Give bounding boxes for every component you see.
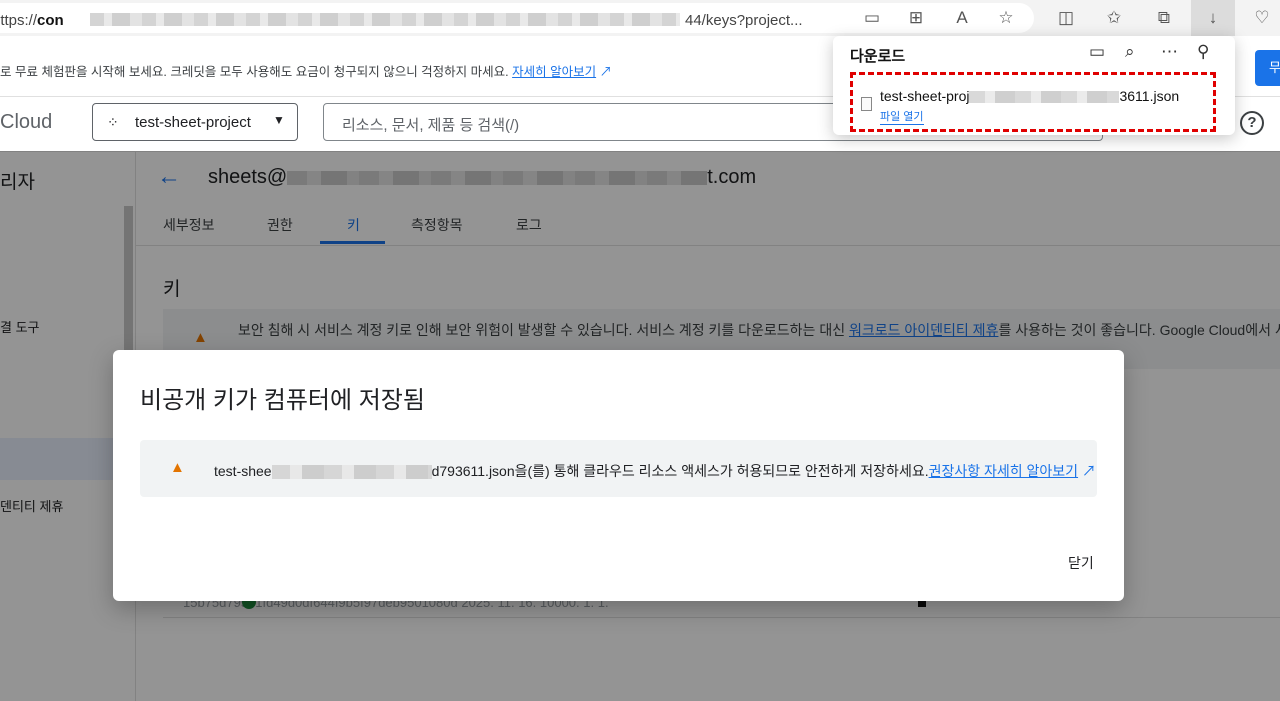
- redacted-filename: [969, 91, 1120, 104]
- favorites-list-icon[interactable]: ✩: [1102, 6, 1126, 30]
- key-saved-dialog: 비공개 키가 컴퓨터에 저장됨 ▲ test-shee d793611.json을…: [113, 350, 1124, 601]
- download-button[interactable]: ↓: [1191, 0, 1235, 36]
- download-item[interactable]: test-sheet-proj 3611.json 파일 열기: [850, 72, 1216, 132]
- external-link-icon: ↗: [1081, 463, 1096, 479]
- warning-icon: ▲: [170, 459, 185, 476]
- health-icon[interactable]: ♡: [1250, 6, 1274, 30]
- dialog-title: 비공개 키가 컴퓨터에 저장됨: [140, 387, 425, 414]
- url-text: https://con: [0, 12, 64, 29]
- dialog-message: d793611.json을(를) 통해 클라우드 리소스 액세스가 허용되므로 …: [431, 463, 929, 479]
- file-icon: [861, 97, 872, 111]
- favorite-star-icon[interactable]: ☆: [994, 6, 1018, 30]
- pin-icon[interactable]: ⚲: [1197, 42, 1209, 62]
- downloads-title: 다운로드: [850, 48, 906, 65]
- learn-more-link[interactable]: 자세히 알아보기: [512, 65, 596, 79]
- redacted-filename: [271, 465, 432, 480]
- downloads-panel: 다운로드 ▭ ⌕ ⋯ ⚲ test-sheet-proj 3611.json 파일…: [833, 36, 1235, 135]
- read-aloud-icon[interactable]: A: [950, 6, 974, 30]
- browser-toolbar: https://con 44/keys?project... ▭ ⊞ A ☆ ◫…: [0, 0, 1280, 36]
- close-button[interactable]: 닫기: [1068, 553, 1094, 573]
- url-tail: 44/keys?project...: [685, 12, 803, 29]
- reader-mode-icon[interactable]: ▭: [860, 6, 884, 30]
- search-icon[interactable]: ⌕: [1125, 42, 1135, 62]
- redacted-url: [90, 13, 680, 26]
- collections-icon[interactable]: ⧉: [1152, 6, 1176, 30]
- more-icon[interactable]: ⋯: [1161, 42, 1178, 62]
- best-practices-link[interactable]: 권장사항 자세히 알아보기: [929, 463, 1078, 479]
- folder-icon[interactable]: ▭: [1089, 42, 1105, 62]
- banner-text: 로 무료 체험판을 시작해 보세요. 크레딧을 모두 사용해도 요금이 청구되지…: [0, 65, 513, 79]
- dialog-message-prefix: test-shee: [214, 463, 272, 479]
- apps-icon[interactable]: ⊞: [904, 6, 928, 30]
- external-link-icon: ↗: [599, 65, 613, 79]
- download-filename: test-sheet-proj 3611.json: [880, 88, 1180, 104]
- dialog-alert: ▲ test-shee d793611.json을(를) 통해 클라우드 리소스 …: [140, 440, 1097, 497]
- open-file-link[interactable]: 파일 열기: [880, 108, 924, 125]
- activate-button[interactable]: 무: [1255, 50, 1280, 86]
- download-icon: ↓: [1208, 8, 1218, 27]
- split-screen-icon[interactable]: ◫: [1054, 6, 1078, 30]
